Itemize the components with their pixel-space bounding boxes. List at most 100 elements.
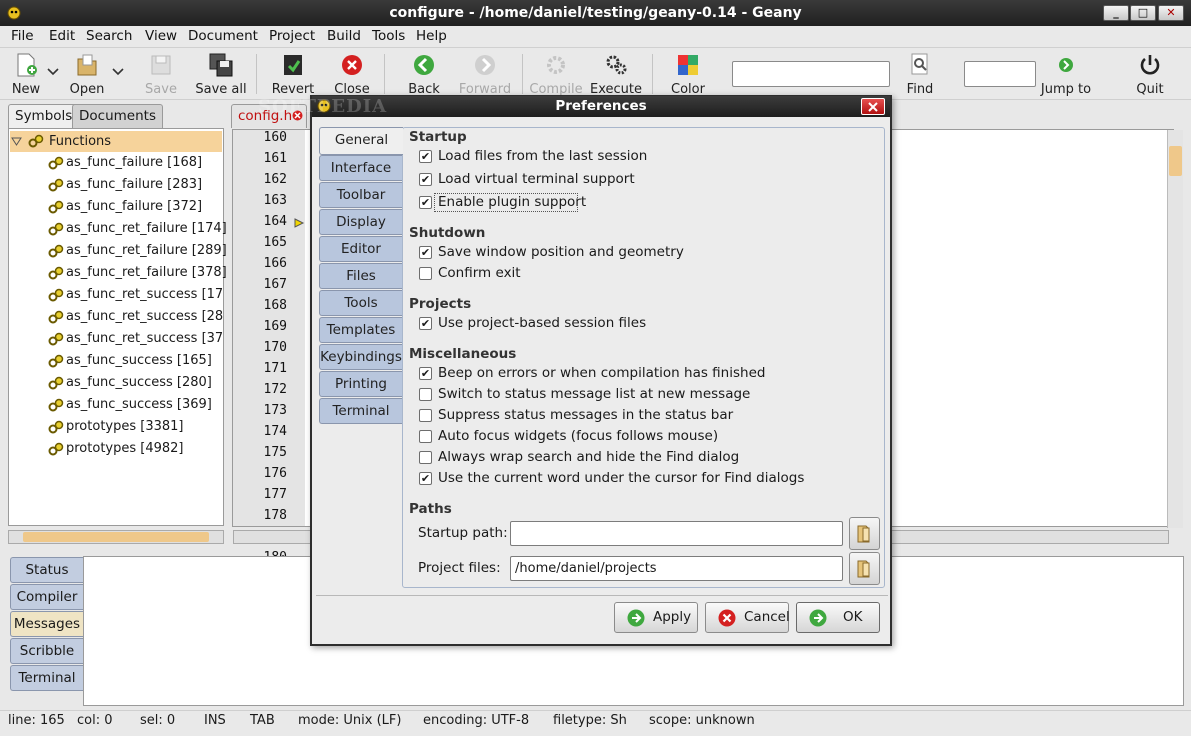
tab-terminal[interactable]: Terminal	[10, 665, 83, 691]
tab-status[interactable]: Status	[10, 557, 83, 583]
option-checkbox[interactable]: ✔	[419, 196, 432, 209]
tab-scribble[interactable]: Scribble	[10, 638, 83, 664]
find-button[interactable]: Find	[900, 50, 940, 97]
menu-edit[interactable]: Edit	[49, 28, 75, 44]
save-all-button[interactable]: Save all	[194, 50, 248, 97]
menu-document[interactable]: Document	[188, 28, 258, 44]
dialog-close-button[interactable]	[861, 98, 885, 115]
tab-documents[interactable]: Documents	[72, 104, 163, 128]
apply-button[interactable]: Apply	[614, 602, 698, 633]
pref-tab-general[interactable]: General	[319, 127, 403, 155]
symbol-item[interactable]: as_func_ret_failure [378]	[66, 265, 227, 280]
pref-tab-templates[interactable]: Templates	[319, 317, 402, 343]
symbol-item[interactable]: as_func_ret_failure [289]	[66, 243, 227, 258]
startup-path-input[interactable]	[510, 521, 843, 546]
pref-tab-interface[interactable]: Interface	[319, 155, 402, 181]
scrollbar-thumb[interactable]	[1169, 146, 1182, 176]
sidebar-hscrollbar[interactable]	[8, 530, 224, 544]
menu-help[interactable]: Help	[416, 28, 447, 44]
tab-messages[interactable]: Messages	[10, 611, 83, 637]
ok-button[interactable]: OK	[796, 602, 880, 633]
pref-tab-terminal[interactable]: Terminal	[319, 398, 402, 424]
option-label[interactable]: Switch to status message list at new mes…	[438, 386, 750, 402]
symbol-item[interactable]: prototypes [3381]	[66, 419, 184, 434]
pref-tab-keybindings[interactable]: Keybindings	[319, 344, 402, 370]
option-checkbox[interactable]	[419, 388, 432, 401]
menu-tools[interactable]: Tools	[372, 28, 405, 44]
new-button[interactable]: New	[8, 50, 44, 97]
symbol-item[interactable]: as_func_failure [168]	[66, 155, 202, 170]
symbol-item[interactable]: as_func_success [369]	[66, 397, 212, 412]
symbol-item[interactable]: as_func_failure [372]	[66, 199, 202, 214]
option-checkbox[interactable]	[419, 430, 432, 443]
toolbar-search-input[interactable]	[732, 61, 890, 87]
option-checkbox[interactable]: ✔	[419, 246, 432, 259]
startup-path-browse-button[interactable]	[849, 517, 880, 550]
option-checkbox[interactable]: ✔	[419, 173, 432, 186]
symbol-item[interactable]: as_func_ret_failure [174]	[66, 221, 227, 236]
maximize-button[interactable]: □	[1130, 5, 1156, 21]
option-checkbox[interactable]: ✔	[419, 367, 432, 380]
expander-triangle-icon[interactable]	[11, 137, 22, 146]
option-checkbox[interactable]: ✔	[419, 317, 432, 330]
menu-build[interactable]: Build	[327, 28, 361, 44]
option-label[interactable]: Beep on errors or when compilation has f…	[438, 365, 765, 381]
option-label[interactable]: Confirm exit	[438, 265, 521, 281]
tab-symbols[interactable]: Symbols	[8, 104, 80, 128]
minimize-button[interactable]: _	[1103, 5, 1129, 21]
revert-button[interactable]: Revert	[270, 50, 316, 97]
option-checkbox[interactable]	[419, 409, 432, 422]
project-files-input[interactable]: /home/daniel/projects	[510, 556, 843, 581]
symbol-item[interactable]: as_func_ret_success [28	[66, 309, 223, 324]
option-label[interactable]: Auto focus widgets (focus follows mouse)	[438, 428, 718, 444]
option-checkbox[interactable]: ✔	[419, 472, 432, 485]
execute-button[interactable]: Execute	[588, 50, 644, 97]
open-dropdown-arrow[interactable]	[111, 66, 125, 76]
scrollbar-thumb[interactable]	[23, 532, 209, 542]
pref-tab-toolbar[interactable]: Toolbar	[319, 182, 402, 208]
symbol-item[interactable]: as_func_ret_success [37	[66, 331, 223, 346]
option-label[interactable]: Use project-based session files	[438, 315, 646, 331]
cancel-button[interactable]: Cancel	[705, 602, 790, 633]
symbol-item[interactable]: prototypes [4982]	[66, 441, 184, 456]
menu-view[interactable]: View	[145, 28, 177, 44]
pref-tab-tools[interactable]: Tools	[319, 290, 402, 316]
folder-icon	[857, 525, 870, 543]
symbol-item[interactable]: as_func_ret_success [17	[66, 287, 223, 302]
menu-file[interactable]: File	[11, 28, 34, 44]
forward-button[interactable]: Forward	[457, 50, 513, 97]
pref-tab-display[interactable]: Display	[319, 209, 402, 235]
save-button[interactable]: Save	[141, 50, 181, 97]
option-label[interactable]: Suppress status messages in the status b…	[438, 407, 733, 423]
pref-tab-files[interactable]: Files	[319, 263, 402, 289]
symbol-item[interactable]: as_func_failure [283]	[66, 177, 202, 192]
color-button[interactable]: Color	[666, 50, 710, 97]
menu-project[interactable]: Project	[269, 28, 315, 44]
jump-to-button[interactable]: Jump to	[1040, 50, 1092, 97]
option-checkbox[interactable]: ✔	[419, 150, 432, 163]
symbol-item[interactable]: as_func_success [280]	[66, 375, 212, 390]
pref-tab-printing[interactable]: Printing	[319, 371, 402, 397]
back-button[interactable]: Back	[404, 50, 444, 97]
compile-button[interactable]: Compile	[527, 50, 585, 97]
tree-root-label[interactable]: Functions	[49, 134, 111, 149]
symbol-item[interactable]: as_func_success [165]	[66, 353, 212, 368]
pref-tab-editor[interactable]: Editor	[319, 236, 402, 262]
option-label[interactable]: Save window position and geometry	[438, 244, 684, 260]
quit-button[interactable]: Quit	[1130, 50, 1170, 97]
option-label[interactable]: Use the current word under the cursor fo…	[438, 470, 804, 486]
option-checkbox[interactable]	[419, 267, 432, 280]
menu-search[interactable]: Search	[86, 28, 132, 44]
close-button[interactable]: Close	[332, 50, 372, 97]
jump-to-line-input[interactable]	[964, 61, 1036, 87]
option-checkbox[interactable]	[419, 451, 432, 464]
tab-compiler[interactable]: Compiler	[10, 584, 83, 610]
option-label[interactable]: Load files from the last session	[438, 148, 647, 164]
editor-vscrollbar[interactable]	[1167, 130, 1183, 528]
option-label[interactable]: Always wrap search and hide the Find dia…	[438, 449, 739, 465]
new-dropdown-arrow[interactable]	[46, 66, 60, 76]
open-button[interactable]: Open	[68, 50, 106, 97]
project-files-browse-button[interactable]	[849, 552, 880, 585]
option-label[interactable]: Load virtual terminal support	[438, 171, 635, 187]
window-close-button[interactable]: ✕	[1158, 5, 1184, 21]
